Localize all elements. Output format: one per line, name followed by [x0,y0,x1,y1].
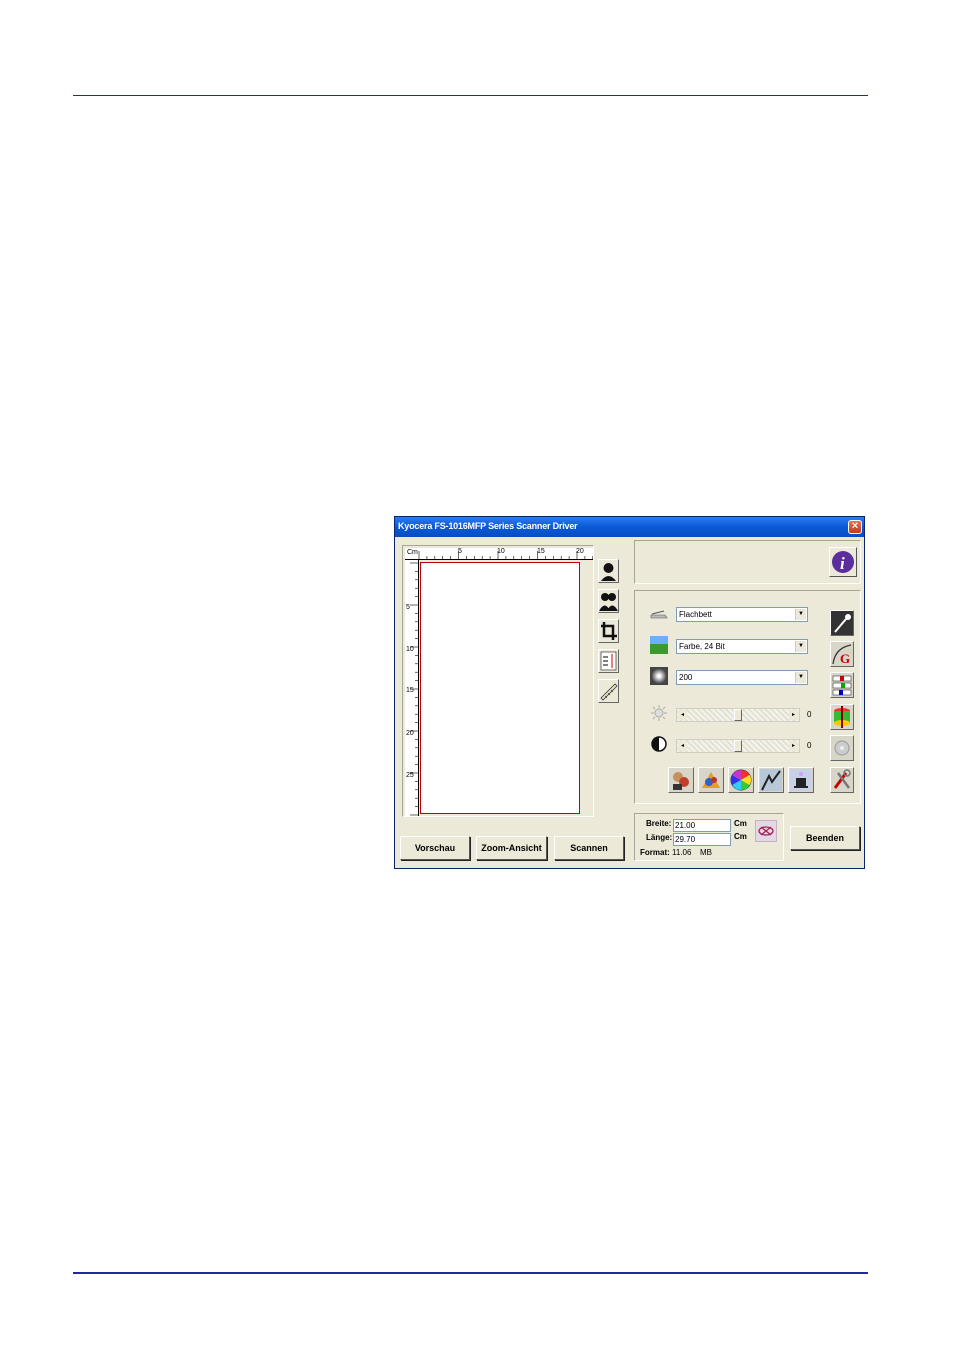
crop-tool[interactable] [598,619,619,643]
text-size-icon [600,651,617,671]
contrast-slider[interactable]: ◂ ▸ [676,739,800,753]
width-unit: Cm [734,819,747,828]
length-label: Länge: [646,833,673,842]
disc-icon [834,740,850,756]
ruler-left-15: 15 [406,687,414,694]
info-button[interactable]: i [829,547,857,577]
measure-tool[interactable] [598,679,619,703]
lock-ratio-button[interactable] [755,820,777,842]
color-wheel-button[interactable] [728,767,754,793]
format-label: Format: [640,848,670,857]
contrast-slider-thumb[interactable] [734,740,742,752]
color-mode-select[interactable]: Farbe, 24 Bit ▼ [676,639,808,654]
window-title: Kyocera FS-1016MFP Series Scanner Driver [398,521,578,531]
tools-settings-button[interactable] [830,767,854,793]
color-mode-icon [650,636,668,654]
header-rule [73,95,868,96]
length-unit: Cm [734,832,747,841]
scan-button[interactable]: Scannen [554,836,624,860]
ruler-top-20: 20 [576,548,584,555]
resolution-select[interactable]: 200 ▼ [676,670,808,685]
ruler-left-25: 25 [406,772,414,779]
measure-ruler-icon [600,683,618,701]
color-balance-button[interactable] [830,672,854,698]
chevron-down-icon: ▼ [795,672,806,683]
gamma-curve-button[interactable]: G [830,641,854,667]
source-select-value: Flachbett [679,610,712,619]
descreen-filter-button[interactable] [698,767,724,793]
single-person-icon [601,563,616,581]
footer-rule [73,1272,868,1274]
contrast-value: 0 [807,741,812,750]
scan-area[interactable] [420,562,580,814]
svg-text:i: i [840,554,845,573]
width-label: Breite: [646,819,672,828]
slider-left-arrow[interactable]: ◂ [678,710,687,720]
zoom-view-button[interactable]: Zoom-Ansicht [476,836,547,860]
close-button[interactable]: × [848,520,862,534]
chevron-down-icon: ▼ [795,609,806,620]
sharpen-filter-button[interactable] [758,767,784,793]
length-field[interactable]: 29.70 [673,833,731,846]
gamma-curve-icon: G [832,644,852,666]
disabled-tool-button[interactable] [830,735,854,761]
single-person-tool[interactable] [598,559,619,583]
info-panel [634,540,861,584]
ruler-left-20: 20 [406,730,414,737]
ruler-top-5: 5 [458,548,462,555]
title-bar[interactable]: Kyocera FS-1016MFP Series Scanner Driver… [395,517,864,537]
chevron-down-icon: ▼ [795,641,806,652]
format-unit: MB [700,848,712,857]
flatbed-icon [650,604,668,622]
color-wheel-icon [730,769,752,791]
source-select[interactable]: Flachbett ▼ [676,607,808,622]
two-persons-tool[interactable] [598,589,619,613]
format-value: 11.06 [672,848,692,857]
top-ruler: Cm 5 10 15 20 [405,548,593,560]
width-field[interactable]: 21.00 [673,819,731,832]
brightness-slider-thumb[interactable] [734,709,742,721]
portrait-filter-button[interactable] [668,767,694,793]
contrast-icon [650,735,668,753]
svg-text:G: G [840,651,850,666]
color-adjust-button[interactable] [830,704,854,730]
slider-right-arrow[interactable]: ▸ [789,741,798,751]
resolution-select-value: 200 [679,673,693,682]
magic-filter-button[interactable] [788,767,814,793]
aspect-lock-icon [758,826,774,836]
crop-icon [601,622,617,640]
preview-button[interactable]: Vorschau [400,836,470,860]
brightness-value: 0 [807,710,812,719]
width-value: 21.00 [675,821,696,830]
color-balance-icon [832,675,852,696]
portrait-icon [673,772,689,790]
color-cylinder-icon [834,706,850,728]
length-value: 29.70 [675,835,696,844]
brightness-icon [650,704,668,722]
text-size-tool[interactable] [598,649,619,673]
info-icon: i [832,551,854,573]
slider-left-arrow[interactable]: ◂ [678,741,687,751]
ruler-left-10: 10 [406,646,414,653]
brightness-slider[interactable]: ◂ ▸ [676,708,800,722]
tools-icon [833,769,851,789]
two-persons-icon [599,593,618,611]
slider-right-arrow[interactable]: ▸ [789,710,798,720]
left-ruler: 5 10 15 20 25 [405,560,419,816]
eyedropper-icon [831,611,853,635]
sharpen-icon [760,769,782,791]
scanner-driver-window: Kyocera FS-1016MFP Series Scanner Driver… [394,516,865,869]
color-mode-select-value: Farbe, 24 Bit [679,642,725,651]
descreen-icon [702,772,720,788]
resolution-icon [650,667,668,685]
pipette-tool-button[interactable] [830,610,854,636]
ruler-top-15: 15 [537,548,545,555]
magic-hat-icon [790,769,812,791]
ruler-left-5: 5 [406,604,410,611]
quit-button[interactable]: Beenden [790,826,860,850]
ruler-top-10: 10 [497,548,505,555]
